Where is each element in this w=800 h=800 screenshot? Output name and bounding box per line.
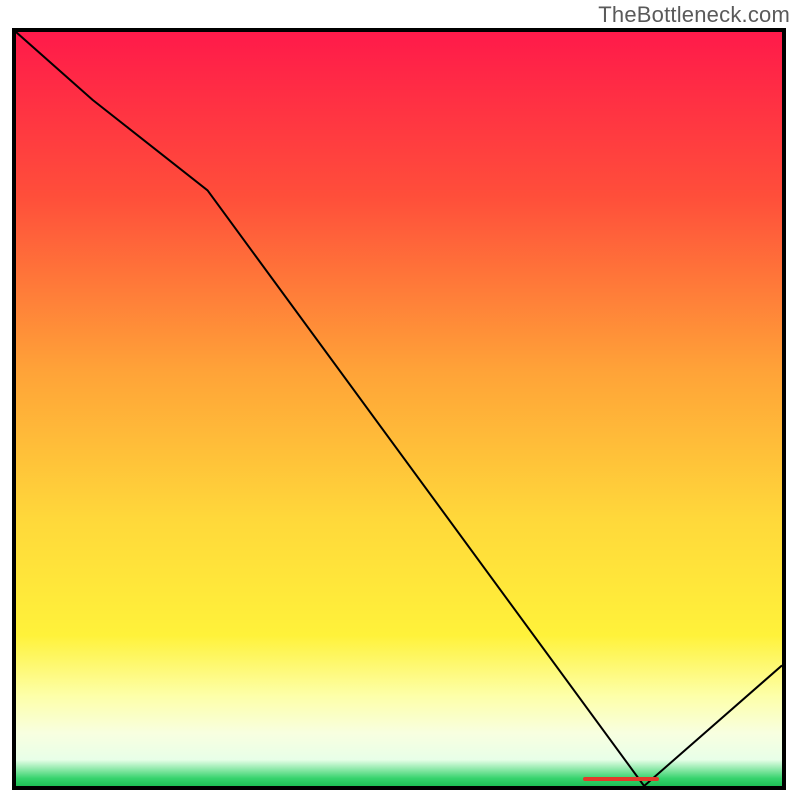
chart-plot-area — [12, 28, 786, 790]
watermark-text: TheBottleneck.com — [598, 2, 790, 28]
chart-minimum-marker — [583, 777, 660, 781]
chart-curve — [16, 32, 782, 786]
